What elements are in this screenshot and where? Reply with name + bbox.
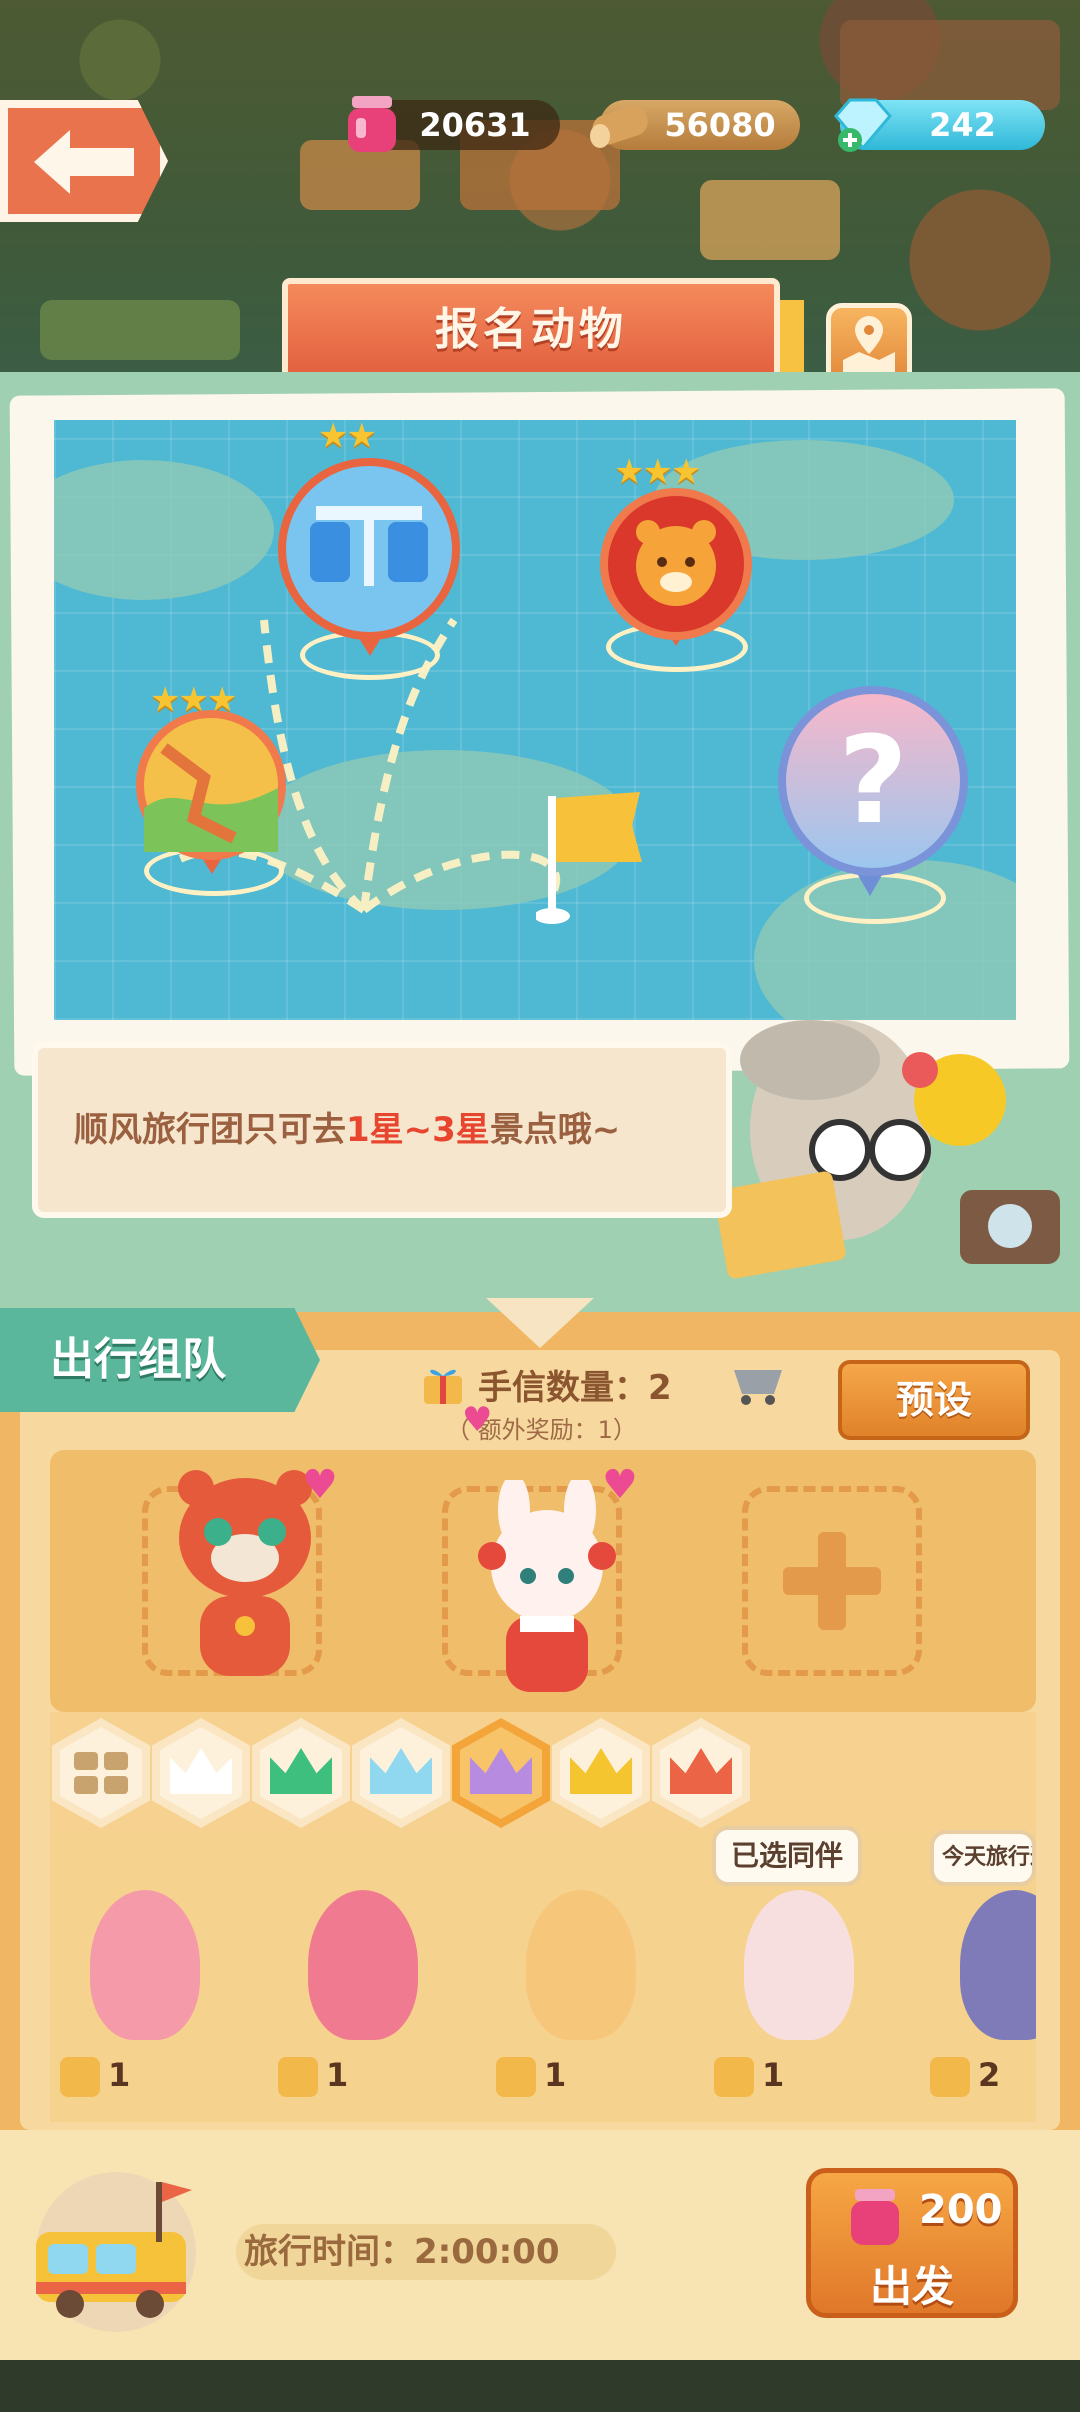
wood-currency: 56080 bbox=[590, 100, 800, 150]
team-tab-label: 出行组队 bbox=[0, 1308, 320, 1412]
roster-card[interactable]: 1 bbox=[714, 1880, 884, 2110]
destination-pin-tiger[interactable] bbox=[600, 488, 752, 640]
heart-icon: ♥ bbox=[462, 1400, 493, 1440]
great-wall-icon bbox=[144, 743, 278, 852]
gift-icon bbox=[278, 2057, 318, 2097]
team-slot-empty[interactable] bbox=[742, 1486, 922, 1676]
title-ribbon bbox=[780, 300, 804, 380]
heart-icon: ♥ bbox=[302, 1462, 338, 1508]
roster-card[interactable]: 2 bbox=[930, 1880, 1036, 2110]
rating-stars: ★★★ bbox=[614, 452, 701, 492]
gem-count: 242 bbox=[929, 106, 996, 144]
cart-icon bbox=[734, 1370, 782, 1405]
selected-companion-tag: 已选同伴 bbox=[712, 1826, 862, 1886]
souvenir-count: 1 bbox=[60, 2056, 230, 2097]
tip-star-range: 1星~3星 bbox=[346, 1110, 490, 1150]
add-icon bbox=[783, 1532, 881, 1630]
gift-icon bbox=[60, 2057, 100, 2097]
rating-stars: ★★ bbox=[318, 416, 377, 456]
souvenir-count: 手信数量：2 bbox=[478, 1368, 672, 1408]
back-button[interactable] bbox=[0, 100, 168, 222]
preset-button[interactable]: 预设 bbox=[838, 1360, 1030, 1440]
page-title: 报名动物 bbox=[282, 278, 780, 384]
tour-bus-icon bbox=[36, 2172, 196, 2332]
souvenir-count: 1 bbox=[714, 2056, 884, 2097]
bridge-icon bbox=[310, 506, 428, 586]
tip-prefix: 顺风旅行团只可去 bbox=[74, 1110, 346, 1150]
jam-count: 20631 bbox=[419, 106, 531, 144]
gift-icon bbox=[496, 2057, 536, 2097]
tip-suffix: 景点哦~ bbox=[489, 1110, 621, 1150]
gem-currency[interactable]: 242 bbox=[834, 98, 1045, 152]
roster-card[interactable]: 1 bbox=[496, 1880, 666, 2110]
animal-portrait bbox=[960, 1890, 1036, 2040]
travel-time: 旅行时间：2:00:00 bbox=[236, 2224, 616, 2280]
depart-button[interactable]: 200 出发 bbox=[806, 2168, 1018, 2318]
destination-pin-unknown[interactable]: ? bbox=[778, 686, 968, 876]
souvenir-count: 2 bbox=[930, 2056, 1036, 2097]
arrow-left-icon bbox=[34, 130, 134, 194]
team-member-bunny[interactable] bbox=[462, 1480, 632, 1700]
start-flag-icon bbox=[536, 792, 642, 924]
grid-icon bbox=[74, 1752, 128, 1794]
animal-portrait bbox=[744, 1890, 854, 2040]
jam-jar-icon bbox=[851, 2189, 899, 2245]
destination-pin-bridge[interactable] bbox=[278, 458, 460, 640]
animal-portrait bbox=[90, 1890, 200, 2040]
collapse-arrow-icon[interactable] bbox=[486, 1298, 594, 1348]
heart-icon: ♥ bbox=[602, 1462, 638, 1508]
destination-pin-great-wall[interactable] bbox=[136, 710, 286, 860]
depart-label: 出发 bbox=[869, 2262, 954, 2311]
scene-building bbox=[700, 180, 840, 260]
bottom-edge bbox=[0, 2360, 1080, 2412]
gift-icon bbox=[714, 2057, 754, 2097]
tiger-face-icon bbox=[636, 520, 716, 606]
depart-cost: 200 bbox=[919, 2187, 1003, 2233]
souvenir-count: 1 bbox=[278, 2056, 448, 2097]
gift-icon bbox=[930, 2057, 970, 2097]
souvenir-count: 1 bbox=[496, 2056, 666, 2097]
owl-guide-character bbox=[714, 1020, 1060, 1279]
animal-portrait bbox=[308, 1890, 418, 2040]
roster-card[interactable]: 1 bbox=[278, 1880, 448, 2110]
animal-portrait bbox=[526, 1890, 636, 2040]
destination-tip: 顺风旅行团只可去1星~3星景点哦~ bbox=[32, 1042, 732, 1218]
wood-count: 56080 bbox=[664, 106, 776, 144]
question-mark-icon: ? bbox=[838, 712, 908, 851]
scene-ground bbox=[40, 300, 240, 360]
roster-card[interactable]: 1 bbox=[60, 1880, 230, 2110]
jam-currency: 20631 bbox=[348, 96, 560, 152]
traveled-today-tag: 今天旅行过 bbox=[930, 1830, 1036, 1886]
gift-icon bbox=[424, 1369, 462, 1404]
